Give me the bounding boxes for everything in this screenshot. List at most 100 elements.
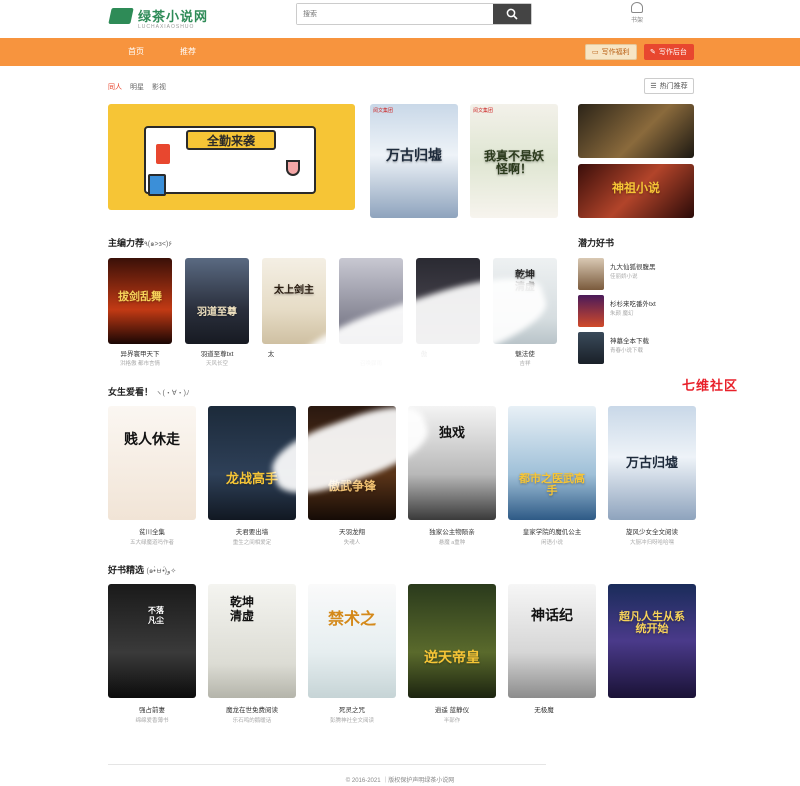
book-name[interactable]: 旋风少女全文阅读	[608, 526, 696, 536]
book-author: 闲语小说	[540, 540, 563, 546]
book-name[interactable]: 天羽龙翔	[308, 526, 396, 536]
editor-book-cover-3[interactable]: 太上剑主	[262, 258, 326, 344]
book-name[interactable]: 羽道至尊txt	[186, 348, 248, 358]
tab-yingshi[interactable]: 影视	[152, 82, 166, 92]
search-box	[296, 3, 532, 25]
fries-icon	[156, 144, 170, 164]
tab-tongren[interactable]: 同人	[108, 82, 122, 92]
bookshelf-label: 书架	[630, 18, 643, 24]
book-thumb	[578, 258, 604, 290]
book-author: 大厨冲归呀哈哈嘿	[629, 540, 674, 546]
tab-mingxing[interactable]: 明星	[130, 82, 144, 92]
section-kaomoji: (๑•̀ㅂ•́)و✧	[146, 568, 177, 575]
hot-recommend-label: 热门推荐	[659, 83, 688, 90]
top-cover-2[interactable]: 我真不是妖怪啊！ 阅文集团	[470, 104, 558, 218]
girls-section-title: 女生爱看！ ヽ(・∀・)ﾉ	[108, 385, 189, 398]
cover-title: 不落凡尘	[148, 606, 164, 625]
cover-title: 太上剑主	[274, 285, 314, 296]
editor-book-cover-1[interactable]: 拔剑乱舞	[108, 258, 172, 344]
cover-title: 乾坤清虚	[515, 270, 535, 293]
book-name[interactable]: 独家公主物陨亲	[408, 526, 496, 536]
cover-title: 我真不是妖怪啊！	[483, 149, 544, 176]
book-author: 佳丽娇小说	[610, 274, 638, 280]
picks-book-cover-6[interactable]: 超凡人生从系统开始	[608, 584, 696, 698]
girls-book-cover-4[interactable]: 独戏	[408, 406, 496, 520]
book-name[interactable]: 魔龙在世免费阅读	[208, 704, 296, 714]
potential-book-1[interactable]: 九大仙狐很腹黑 佳丽娇小说	[578, 258, 698, 290]
book-name[interactable]: 逍遥 蓝静仪	[408, 704, 496, 714]
editor-book-cover-4[interactable]	[339, 258, 403, 344]
girls-book-cover-5[interactable]: 都市之医武高手	[508, 406, 596, 520]
cover-title: 超凡人生从系统开始	[619, 611, 685, 635]
cover-title: 万古归墟	[625, 455, 678, 470]
book-name[interactable]: 贫川全集	[108, 526, 196, 536]
editor-book-cover-6[interactable]: 乾坤清虚	[493, 258, 557, 344]
document-icon: ▭	[592, 49, 599, 56]
book-author: 乐石鸣的鹅暖话	[232, 718, 272, 724]
search-input[interactable]	[297, 4, 493, 24]
hot-recommend-button[interactable]: ☰ 热门推荐	[644, 78, 694, 94]
book-name[interactable]: 无极魔	[500, 704, 588, 714]
top-cover-1[interactable]: 万古归墟 阅文集团	[370, 104, 458, 218]
editor-section-title: 主编力荐٩(๑>з<)۶	[108, 236, 172, 250]
search-icon	[506, 8, 518, 20]
banner-title: 全勤来袭	[186, 130, 276, 150]
cover-title: 羽道至尊	[197, 307, 237, 318]
potential-book-2[interactable]: 杉杉来吃番外txt 朱颜 魔幻	[578, 295, 698, 327]
book-author: 召唤骤雨	[359, 361, 382, 367]
potential-book-3[interactable]: 神墓全本下载 青春小说下载	[578, 332, 698, 364]
editor-book-cover-5[interactable]	[416, 258, 480, 344]
book-name[interactable]: 强占前妻	[108, 704, 196, 714]
footer-copyright: © 2016-2021 ｜版权保护声明绿茶小说网	[345, 778, 455, 784]
book-name: 神墓全本下载	[610, 338, 649, 345]
girls-book-cover-6[interactable]: 万古归墟	[608, 406, 696, 520]
main-nav: 首页 推荐 ▭ 写作福利 ✎ 写作后台	[0, 38, 800, 66]
cover-title: 独戏	[438, 425, 465, 440]
book-name: 杉杉来吃番外txt	[610, 301, 656, 308]
cover-title: 神话纪	[531, 607, 573, 623]
write-backend-button[interactable]: ✎ 写作后台	[644, 44, 694, 60]
glass-icon	[286, 160, 300, 176]
book-name[interactable]: 太	[240, 348, 302, 358]
book-author: 绵绵爱香薄书	[135, 718, 169, 724]
pen-icon: ✎	[650, 49, 656, 56]
bookshelf-icon	[631, 2, 643, 13]
book-name: 九大仙狐很腹黑	[610, 264, 656, 271]
picks-book-cover-3[interactable]: 禁术之	[308, 584, 396, 698]
girls-book-cover-1[interactable]: 贱人休走	[108, 406, 196, 520]
bookshelf-link[interactable]: 书架	[626, 2, 648, 24]
editor-book-cover-2[interactable]: 羽道至尊	[185, 258, 249, 344]
picks-book-cover-1[interactable]: 不落凡尘	[108, 584, 196, 698]
book-name[interactable]: 夫君要出墙	[208, 526, 296, 536]
cover-tag: 阅文集团	[473, 108, 494, 114]
book-name[interactable]: 傲	[393, 348, 455, 358]
picks-book-cover-5[interactable]: 神话纪	[508, 584, 596, 698]
book-author: 失魂人	[343, 540, 361, 546]
top-cover-3[interactable]	[578, 104, 694, 158]
book-name[interactable]: 魅法使	[494, 348, 556, 358]
category-tabs: 同人 明星 影视	[108, 82, 166, 92]
book-author: 洪格傲 都市言情	[119, 361, 161, 367]
girls-book-cover-2[interactable]: 龙战高手	[208, 406, 296, 520]
top-cover-4[interactable]: 神祖小说	[578, 164, 694, 218]
promo-banner[interactable]: 全勤来袭	[108, 104, 355, 210]
picks-book-cover-2[interactable]: 乾坤清虚	[208, 584, 296, 698]
nav-home[interactable]: 首页	[128, 46, 144, 57]
book-thumb	[578, 332, 604, 364]
cover-title: 拔剑乱舞	[118, 291, 162, 303]
cover-title: 傲武争锋	[327, 479, 376, 493]
nav-recommend[interactable]: 推荐	[180, 46, 196, 57]
list-icon: ☰	[650, 83, 657, 90]
top-header: 绿茶小说网 LUCHAXIAOSHUO 书架	[0, 0, 800, 38]
site-logo[interactable]: 绿茶小说网 LUCHAXIAOSHUO	[108, 6, 208, 30]
cover-title: 神祖小说	[611, 181, 660, 195]
picks-book-cover-4[interactable]: 逆天帝皇	[408, 584, 496, 698]
girls-book-cover-3[interactable]: 傲武争锋	[308, 406, 396, 520]
book-icon	[148, 174, 166, 196]
search-button[interactable]	[493, 4, 531, 24]
book-author: 朱颜 魔幻	[610, 311, 634, 317]
book-name[interactable]: 皇家学院的魔仉公主	[508, 526, 596, 536]
write-welfare-button[interactable]: ▭ 写作福利	[585, 44, 637, 60]
book-name[interactable]: 异界寰甲天下	[109, 348, 171, 358]
book-name[interactable]: 死灵之咒	[308, 704, 396, 714]
